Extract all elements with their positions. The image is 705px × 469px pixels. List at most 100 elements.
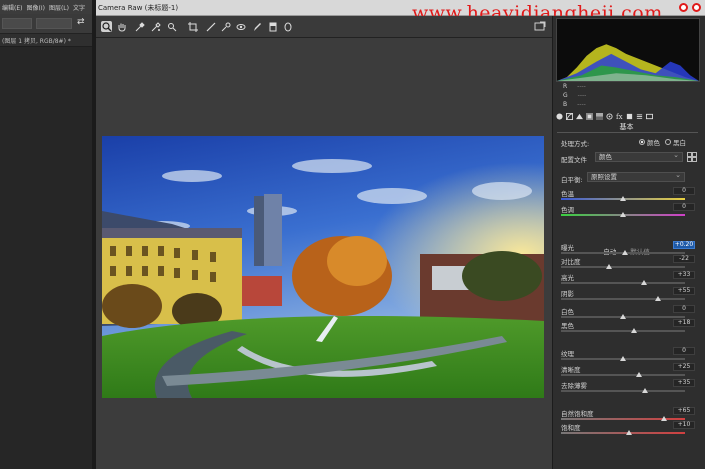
straighten-icon[interactable] [205, 21, 216, 32]
slider-10[interactable]: 去除薄雾 +35 [561, 379, 695, 398]
slider-label: 黑色 [561, 322, 574, 330]
slider-thumb[interactable] [641, 280, 647, 285]
slider-value-field[interactable]: +65 [673, 407, 695, 415]
slider-thumb[interactable] [620, 314, 626, 319]
slider-thumb[interactable] [642, 388, 648, 393]
zoom-icon[interactable] [101, 21, 112, 32]
detail-tab-icon[interactable] [576, 113, 583, 120]
open-object-icon[interactable] [534, 21, 546, 31]
presets-tab-icon[interactable] [636, 113, 643, 120]
slider-label: 高光 [561, 274, 574, 282]
readout-g-value: ---- [577, 92, 587, 99]
slider-thumb[interactable] [620, 196, 626, 201]
slider-5[interactable]: 阴影 +55 [561, 287, 695, 306]
slider-label: 自然饱和度 [561, 410, 594, 418]
slider-value-field[interactable]: +18 [673, 319, 695, 327]
slider-label: 曝光 [561, 244, 574, 252]
slider-value-field[interactable]: +0.20 [673, 241, 695, 249]
readout-g-label: G [563, 92, 568, 99]
ps-workspace [0, 47, 92, 469]
treatment-color-label: 颜色 [647, 139, 660, 147]
preview-canvas[interactable] [96, 38, 552, 469]
tone-curve-tab-icon[interactable] [566, 112, 573, 120]
right-panel: R ---- G ---- B ---- fx 基本 处理方式: 颜色 黑白 配置文件… [552, 16, 705, 469]
slider-thumb[interactable] [661, 416, 667, 421]
slider-track[interactable] [561, 390, 685, 392]
spot-removal-icon[interactable] [220, 21, 231, 32]
graduated-filter-icon[interactable] [267, 21, 278, 32]
split-toning-tab-icon[interactable] [596, 112, 603, 120]
rgb-readout: R ---- G ---- B ---- [563, 82, 623, 109]
hand-icon[interactable] [116, 21, 127, 32]
slider-track[interactable] [561, 282, 685, 284]
wb-label: 白平衡: [561, 176, 583, 184]
slider-value-field[interactable]: 0 [673, 187, 695, 195]
color-sampler-icon[interactable] [150, 21, 161, 32]
crop-icon[interactable] [187, 21, 198, 32]
slider-value-field[interactable]: 0 [673, 305, 695, 313]
svg-text:fx: fx [616, 113, 623, 120]
readout-b-label: B [563, 101, 568, 108]
effects-tab-icon[interactable]: fx [616, 113, 623, 120]
profile-select[interactable]: 颜色 [595, 151, 683, 162]
profile-label: 配置文件 [561, 156, 587, 164]
slider-thumb[interactable] [606, 264, 612, 269]
white-balance-icon[interactable] [134, 21, 145, 32]
panel-tabs: fx [553, 110, 705, 122]
treatment-bw-radio[interactable]: 黑白 [665, 137, 686, 147]
slider-track[interactable] [561, 374, 685, 376]
treatment-bw-label: 黑白 [673, 139, 686, 147]
radial-filter-icon[interactable] [282, 21, 293, 32]
slider-label: 饱和度 [561, 424, 581, 432]
slider-12[interactable]: 饱和度 +10 [561, 421, 695, 440]
swap-arrows-icon[interactable]: ⇄ [77, 17, 85, 27]
wb-select[interactable]: 原照设置 [587, 171, 685, 182]
camera-raw-titlebar: Camera Raw (未标题-1) www.heavidiangheji.co… [96, 0, 705, 24]
slider-thumb[interactable] [626, 430, 632, 435]
slider-label: 对比度 [561, 258, 581, 266]
window-title: Camera Raw (未标题-1) [98, 4, 179, 12]
slider-value-field[interactable]: +10 [673, 421, 695, 429]
slider-label: 阴影 [561, 290, 574, 298]
calibration-tab-icon[interactable] [626, 113, 633, 120]
slider-value-field[interactable]: +55 [673, 287, 695, 295]
hsl-tab-icon[interactable] [586, 112, 593, 120]
treatment-label: 处理方式: [561, 140, 590, 148]
slider-thumb[interactable] [622, 250, 628, 255]
ps-document-tab[interactable]: (图层 1 拷贝, RGB/8#) * [0, 34, 92, 47]
menu-layer[interactable]: 图层(L) [49, 3, 69, 12]
slider-track[interactable] [561, 330, 685, 332]
slider-track[interactable] [561, 432, 685, 434]
menu-edit[interactable]: 编辑(E) [2, 3, 22, 12]
slider-thumb[interactable] [631, 328, 637, 333]
ps-option-field[interactable] [2, 18, 32, 29]
menu-image[interactable]: 图像(I) [26, 3, 44, 12]
slider-value-field[interactable]: 0 [673, 347, 695, 355]
slider-value-field[interactable]: 0 [673, 203, 695, 211]
slider-value-field[interactable]: +33 [673, 271, 695, 279]
slider-7[interactable]: 黑色 +18 [561, 319, 695, 338]
ps-option-field-2[interactable] [36, 18, 72, 29]
slider-value-field[interactable]: -22 [673, 255, 695, 263]
slider-thumb[interactable] [636, 372, 642, 377]
slider-value-field[interactable]: +25 [673, 363, 695, 371]
slider-track[interactable] [561, 298, 685, 300]
slider-1[interactable]: 色调 0 [561, 203, 695, 222]
treatment-color-radio[interactable]: 颜色 [639, 137, 660, 147]
snapshots-tab-icon[interactable] [646, 113, 653, 120]
slider-thumb[interactable] [655, 296, 661, 301]
readout-r-value: ---- [577, 83, 586, 90]
profile-browser-icon[interactable] [687, 152, 697, 162]
ps-menubar: 编辑(E) 图像(I) 图层(L) 文字 [0, 0, 92, 14]
adjustment-brush-icon[interactable] [251, 21, 262, 32]
camera-raw-window: Camera Raw (未标题-1) www.heavidiangheji.co… [96, 0, 705, 469]
slider-thumb[interactable] [620, 212, 626, 217]
basic-tab-icon[interactable] [556, 112, 563, 120]
red-eye-icon[interactable] [235, 21, 246, 32]
slider-value-field[interactable]: +35 [673, 379, 695, 387]
menu-type[interactable]: 文字 [73, 3, 85, 12]
slider-track[interactable] [561, 266, 685, 268]
targeted-adjust-icon[interactable] [166, 21, 177, 32]
slider-thumb[interactable] [620, 356, 626, 361]
lens-tab-icon[interactable] [606, 112, 613, 120]
